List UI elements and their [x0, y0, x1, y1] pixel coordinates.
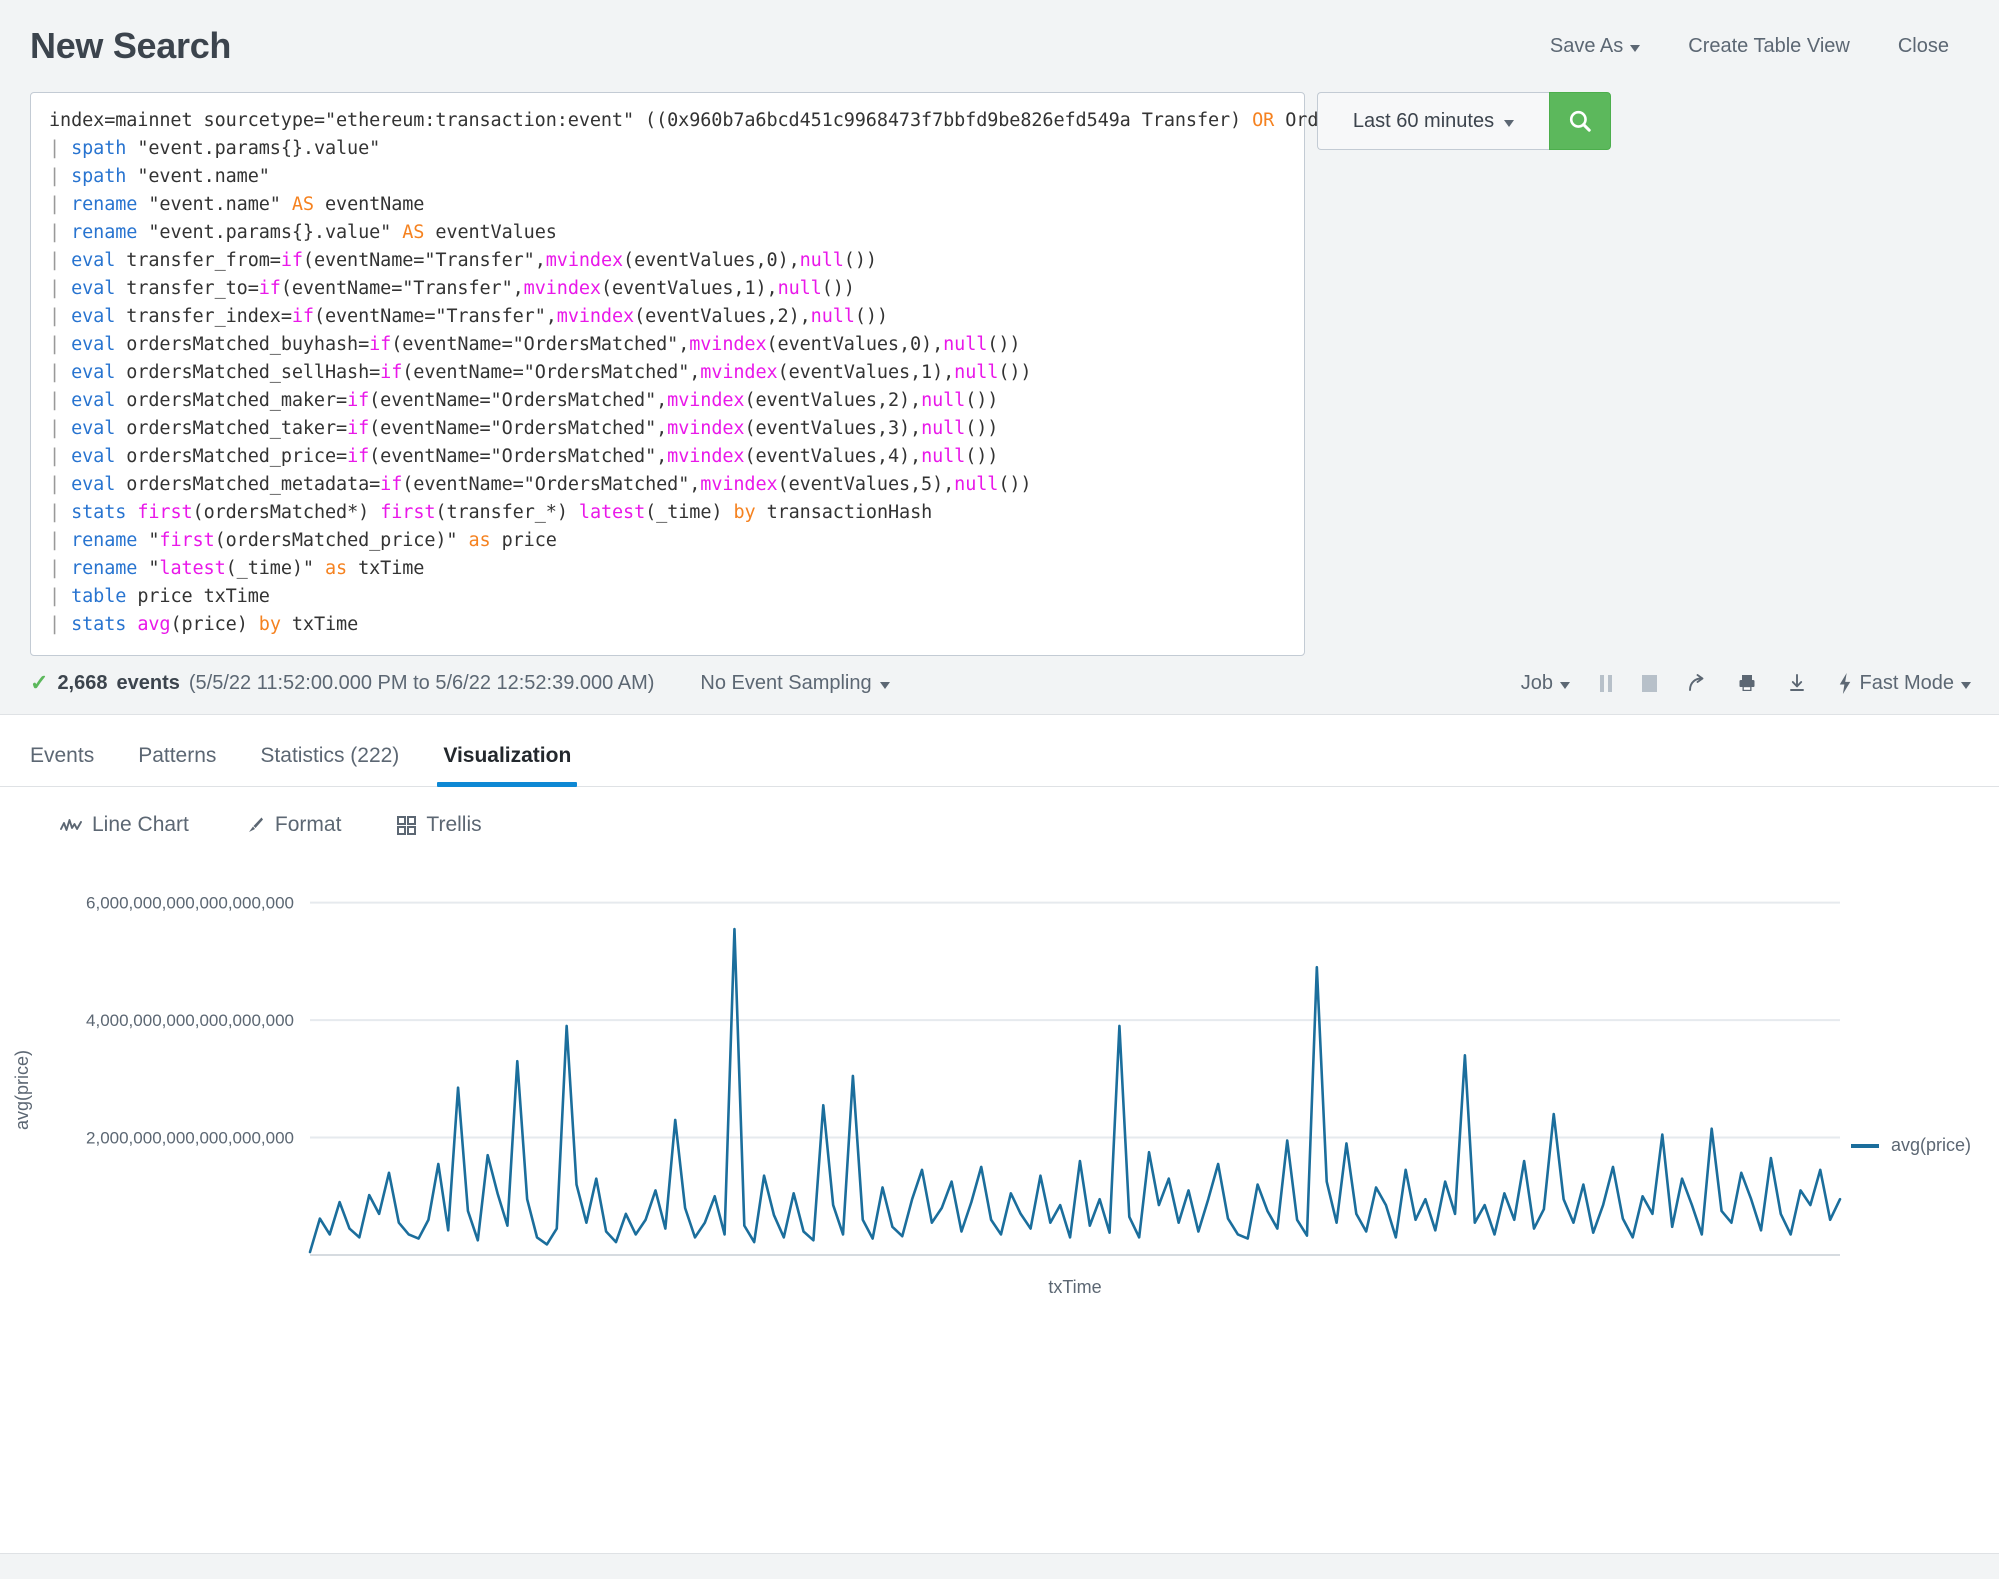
share-button[interactable] — [1687, 673, 1707, 693]
event-sampling-label: No Event Sampling — [700, 671, 872, 694]
query-line: | rename "event.name" AS eventName — [49, 194, 425, 215]
page-title: New Search — [30, 25, 232, 66]
download-button[interactable] — [1787, 673, 1807, 693]
query-line: | eval transfer_index=if(eventName="Tran… — [49, 306, 888, 327]
tab-events-label: Events — [30, 744, 95, 767]
stop-button[interactable] — [1641, 674, 1657, 692]
events-summary: ✓ 2,668 events (5/5/22 11:52:00.000 PM t… — [30, 670, 654, 696]
pause-button[interactable] — [1600, 674, 1612, 692]
tab-statistics-label: Statistics (222) — [260, 744, 400, 767]
share-icon — [1688, 674, 1703, 691]
tab-visualization-label: Visualization — [443, 744, 572, 767]
chevron-down-icon — [1630, 44, 1641, 52]
tab-events[interactable]: Events — [30, 744, 116, 786]
legend-label: avg(price) — [1890, 1135, 1971, 1155]
lightning-icon — [1839, 672, 1850, 694]
query-line: | eval ordersMatched_taker=if(eventName=… — [49, 418, 999, 439]
chart-type-picker[interactable]: Line Chart — [60, 813, 189, 837]
tab-visualization[interactable]: Visualization — [421, 744, 593, 787]
query-line: | spath "event.name" — [49, 166, 270, 187]
query-line: | eval transfer_from=if(eventName="Trans… — [49, 250, 877, 271]
y-axis-tick-label: 6,000,000,000,000,000,000 — [86, 894, 294, 913]
chevron-down-icon — [879, 681, 890, 689]
time-range-label: Last 60 minutes — [1352, 109, 1495, 132]
chart-region: 6,000,000,000,000,000,000 4,000,000,000,0… — [0, 867, 1999, 1337]
query-line: | eval ordersMatched_sellHash=if(eventNa… — [49, 362, 1032, 383]
query-line: | stats first(ordersMatched*) first(tran… — [49, 502, 933, 523]
query-line: | rename "first(ordersMatched_price)" as… — [49, 530, 557, 551]
save-as-button[interactable]: Save As — [1549, 34, 1641, 58]
download-icon — [1789, 674, 1804, 691]
grid-icon — [397, 815, 417, 835]
query-line: | eval ordersMatched_price=if(eventName=… — [49, 446, 999, 467]
brush-icon — [248, 817, 263, 832]
trellis-label: Trellis — [426, 813, 482, 836]
tab-patterns[interactable]: Patterns — [116, 744, 238, 786]
time-picker-wrap: Last 60 minutes — [1317, 92, 1611, 150]
query-line: | eval ordersMatched_metadata=if(eventNa… — [49, 474, 1032, 495]
line-chart-icon — [60, 819, 82, 831]
bottom-strip — [0, 1553, 1999, 1579]
y-axis-tick-label: 2,000,000,000,000,000,000 — [86, 1129, 294, 1148]
search-mode-dropdown[interactable]: Fast Mode — [1837, 672, 1971, 695]
job-controls: Job Fast Mode — [1521, 672, 1971, 695]
format-label: Format — [274, 813, 342, 836]
chart-series-line[interactable] — [308, 927, 1842, 1254]
print-button[interactable] — [1737, 673, 1757, 693]
job-label: Job — [1520, 671, 1554, 694]
event-sampling-dropdown[interactable]: No Event Sampling — [700, 671, 890, 695]
chevron-down-icon — [1504, 119, 1515, 127]
job-dropdown[interactable]: Job — [1520, 671, 1571, 695]
query-line: index=mainnet sourcetype="ethereum:trans… — [49, 110, 1440, 131]
app-header: New Search Save As Create Table View Clo… — [0, 0, 1999, 92]
chevron-down-icon — [1560, 681, 1571, 689]
y-axis-title: avg(price) — [12, 1050, 32, 1130]
save-as-label: Save As — [1549, 34, 1624, 57]
format-button[interactable]: Format — [245, 813, 342, 837]
chevron-down-icon — [1961, 681, 1971, 689]
tab-patterns-label: Patterns — [138, 744, 217, 767]
close-label: Close — [1897, 34, 1949, 57]
stop-icon — [1641, 674, 1657, 692]
search-submit-button[interactable] — [1549, 92, 1611, 150]
line-chart[interactable]: 6,000,000,000,000,000,000 4,000,000,000,0… — [0, 867, 1999, 1337]
query-line: | rename "latest(_time)" as txTime — [49, 558, 425, 579]
search-status-bar: ✓ 2,668 events (5/5/22 11:52:00.000 PM t… — [0, 656, 1999, 715]
create-table-view-label: Create Table View — [1688, 34, 1850, 57]
pause-icon — [1600, 674, 1612, 692]
result-tabs: Events Patterns Statistics (222) Visuali… — [0, 715, 1999, 787]
events-time-range: (5/5/22 11:52:00.000 PM to 5/6/22 12:52:… — [188, 671, 655, 694]
events-word: events — [116, 671, 180, 694]
header-actions: Save As Create Table View Close — [1550, 35, 1971, 58]
query-line: | eval transfer_to=if(eventName="Transfe… — [49, 278, 855, 299]
chart-legend: avg(price) — [1850, 1135, 1971, 1156]
chart-type-label: Line Chart — [92, 813, 189, 836]
close-button[interactable]: Close — [1898, 35, 1949, 58]
trellis-button[interactable]: Trellis — [397, 813, 482, 837]
query-line: | eval ordersMatched_buyhash=if(eventNam… — [49, 334, 1021, 355]
query-line: | spath "event.params{}.value" — [49, 138, 381, 159]
search-query-input[interactable]: index=mainnet sourcetype="ethereum:trans… — [30, 92, 1440, 656]
query-line: | eval ordersMatched_maker=if(eventName=… — [49, 390, 999, 411]
query-line: | stats avg(price) by txTime — [49, 614, 359, 635]
tab-statistics[interactable]: Statistics (222) — [238, 744, 421, 786]
visualization-toolbar: Line Chart Format Trellis — [0, 787, 1999, 851]
create-table-view-button[interactable]: Create Table View — [1688, 35, 1850, 58]
query-line: | table price txTime — [49, 586, 270, 607]
query-line: | rename "event.params{}.value" AS event… — [49, 222, 557, 243]
x-axis-title: txTime — [1048, 1277, 1101, 1297]
search-mode-label: Fast Mode — [1859, 671, 1954, 694]
search-icon — [1569, 110, 1591, 132]
events-count: 2,668 — [57, 671, 108, 694]
print-icon — [1739, 675, 1755, 691]
y-axis-tick-label: 4,000,000,000,000,000,000 — [86, 1011, 294, 1030]
legend-swatch — [1850, 1143, 1879, 1148]
check-icon: ✓ — [30, 670, 49, 695]
search-area: index=mainnet sourcetype="ethereum:trans… — [0, 92, 1999, 656]
time-range-picker[interactable]: Last 60 minutes — [1317, 92, 1549, 150]
